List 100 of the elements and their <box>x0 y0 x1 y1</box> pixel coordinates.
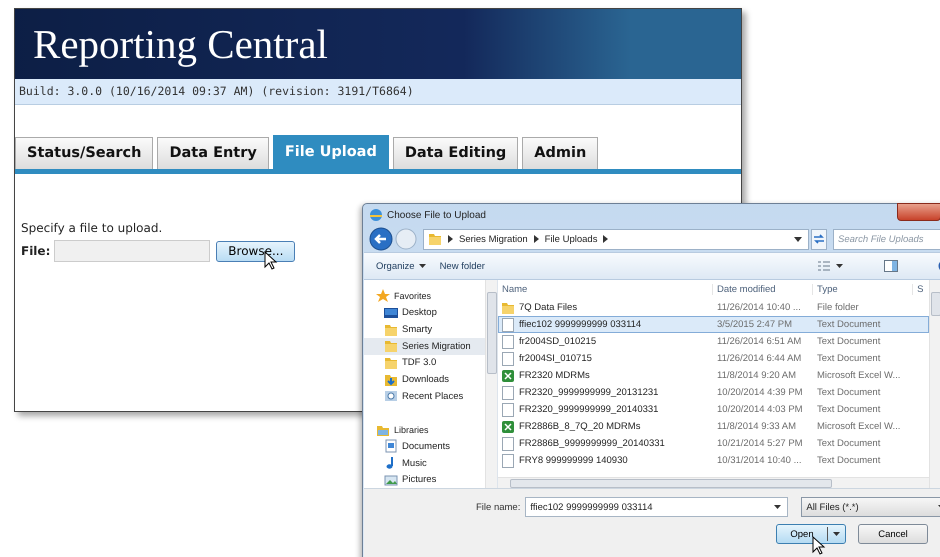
file-name-field[interactable]: ffiec102 9999999999 033114 <box>525 497 788 517</box>
navigation-item[interactable]: Recent Places <box>364 388 485 404</box>
document-icon <box>501 436 515 450</box>
file-name: FR2886B_8_7Q_20 MDRMs <box>519 421 640 432</box>
navigation-item[interactable]: Documents <box>364 438 485 455</box>
tab[interactable]: Data Editing <box>392 137 518 169</box>
file-name: 7Q Data Files <box>519 302 578 313</box>
scrollbar[interactable] <box>498 477 929 488</box>
monitor-icon <box>384 306 398 320</box>
document-icon <box>501 334 515 348</box>
type-cell-text: Microsoft Excel W... <box>816 370 902 381</box>
new-folder-button[interactable]: New folder <box>440 260 485 272</box>
navigation-item[interactable]: Smarty <box>364 321 485 338</box>
file-row[interactable]: FR2320_9999999999_20140331 10/20/2014 4:03 PM Text Document <box>498 401 929 418</box>
folder-icon <box>384 322 398 337</box>
date-cell-text: 10/20/2014 4:39 PM <box>716 387 804 398</box>
file-name: FR2886B_9999999999_20140331 <box>519 438 665 449</box>
browser-logo-icon <box>369 208 383 222</box>
cursor-icon <box>812 536 826 556</box>
preview-pane-icon <box>884 260 898 272</box>
breadcrumb-item[interactable]: File Uploads <box>544 234 598 244</box>
chevron-icon <box>534 235 539 243</box>
app-title: Reporting Central <box>33 20 328 68</box>
date-cell-text: 10/31/2014 10:40 ... <box>716 455 803 466</box>
chevron-icon <box>603 235 608 243</box>
scrollbar[interactable] <box>929 280 940 488</box>
file-row[interactable]: ffiec102 9999999999 033114 3/5/2015 2:47 PM Text Document <box>498 316 929 333</box>
tab[interactable]: Admin <box>522 137 598 169</box>
browse-button[interactable]: Browse... <box>216 240 296 262</box>
navigation-item[interactable]: Favorites <box>364 288 485 305</box>
star-icon <box>376 289 390 304</box>
navigation-item[interactable]: Downloads <box>364 371 485 388</box>
file-type-dropdown[interactable]: All Files (*.*) <box>801 497 940 517</box>
folder-icon <box>384 356 398 370</box>
spreadsheet-icon <box>501 368 515 382</box>
file-name: ffiec102 9999999999 033114 <box>519 319 642 330</box>
file-row[interactable]: FRY8 999999999 140930 10/31/2014 10:40 ... Text Document <box>498 452 929 469</box>
file-input-field[interactable] <box>54 240 210 262</box>
date-cell-text: 11/26/2014 10:40 ... <box>716 302 802 313</box>
column-header[interactable]: Date modified <box>712 284 814 295</box>
document-icon <box>501 386 515 400</box>
file-row[interactable]: FR2320_9999999999_20131231 10/20/2014 4:39 PM Text Document <box>498 384 929 401</box>
type-cell-text: Microsoft Excel W... <box>816 421 902 432</box>
folder-icon <box>501 300 515 314</box>
tab[interactable]: Status/Search <box>15 137 154 169</box>
date-cell-text: 11/8/2014 9:20 AM <box>716 370 798 381</box>
file-row[interactable]: fr2004SD_010215 11/26/2014 6:51 AM Text Document <box>498 333 929 350</box>
column-header[interactable]: S <box>913 284 930 295</box>
file-row[interactable]: FR2886B_8_7Q_20 MDRMs 11/8/2014 9:33 AM Microsoft Excel W... <box>498 418 929 435</box>
instruction-text: Specify a file to upload. <box>21 221 164 235</box>
scrollbar[interactable] <box>485 280 497 488</box>
picture-icon <box>384 472 398 487</box>
date-cell-text: 11/26/2014 6:44 AM <box>716 353 802 364</box>
file-name: FRY8 999999999 140930 <box>519 455 628 466</box>
file-row[interactable]: FR2886B_9999999999_20140331 10/21/2014 5:27 PM Text Document <box>498 435 929 452</box>
file-name: FR2320 MDRMs <box>519 370 590 381</box>
type-cell-text: Text Document <box>816 438 882 449</box>
column-header[interactable]: Type <box>813 284 914 295</box>
navigation-item[interactable]: Libraries <box>364 421 485 438</box>
forward-circle-icon <box>395 228 417 250</box>
date-cell-text: 10/21/2014 5:27 PM <box>716 438 804 449</box>
dialog-title: Choose File to Upload <box>387 210 486 220</box>
caret-icon <box>833 532 840 536</box>
caret-icon <box>794 236 802 242</box>
navigation-item[interactable]: Music <box>364 454 485 472</box>
type-cell-text: File folder <box>816 302 860 313</box>
breadcrumb-item[interactable]: Series Migration <box>459 234 528 244</box>
document-icon <box>501 352 515 366</box>
navigation-item[interactable]: Pictures <box>364 471 485 488</box>
spreadsheet-icon <box>501 420 515 434</box>
build-info: Build: 3.0.0 (10/16/2014 09:37 AM) (revision: 3191/T6864) <box>15 79 741 105</box>
file-row[interactable]: FR2320 MDRMs 11/8/2014 9:20 AM Microsoft Excel W... <box>498 367 929 384</box>
organize-button[interactable]: Organize <box>376 260 426 272</box>
address-bar[interactable]: Series Migration File Uploads <box>423 228 809 250</box>
type-cell-text: Text Document <box>816 387 882 398</box>
search-field[interactable]: Search File Uploads <box>833 228 940 250</box>
file-row[interactable]: fr2004SI_010715 11/26/2014 6:44 AM Text Document <box>498 350 929 367</box>
file-name: fr2004SD_010215 <box>519 336 596 347</box>
refresh-button[interactable] <box>811 228 827 250</box>
date-cell-text: 11/8/2014 9:33 AM <box>716 421 798 432</box>
navigation-item[interactable]: Desktop <box>364 304 485 322</box>
field-label: File: <box>21 244 50 258</box>
caret-icon <box>774 505 782 509</box>
file-row[interactable]: 7Q Data Files 11/26/2014 10:40 ... File folder <box>498 299 929 316</box>
open-button[interactable]: Open <box>776 524 846 544</box>
type-cell-text: Text Document <box>816 353 882 364</box>
chevron-icon <box>448 235 453 243</box>
tab[interactable]: File Upload <box>272 135 389 169</box>
document-icon <box>501 318 515 332</box>
navigation-item[interactable]: Series Migration <box>364 338 485 355</box>
refresh-arrows-icon <box>812 233 826 245</box>
navigation-item[interactable]: TDF 3.0 <box>364 354 485 372</box>
close-button[interactable] <box>897 203 940 221</box>
tab[interactable]: Data Entry <box>157 137 269 169</box>
cancel-button[interactable]: Cancel <box>858 524 928 544</box>
date-cell-text: 11/26/2014 6:51 AM <box>716 336 802 347</box>
file-name: FR2320_9999999999_20140331 <box>519 404 658 415</box>
column-header[interactable]: Name <box>498 284 713 295</box>
type-cell-text: Text Document <box>816 455 882 466</box>
downloads-folder-icon <box>384 372 398 387</box>
